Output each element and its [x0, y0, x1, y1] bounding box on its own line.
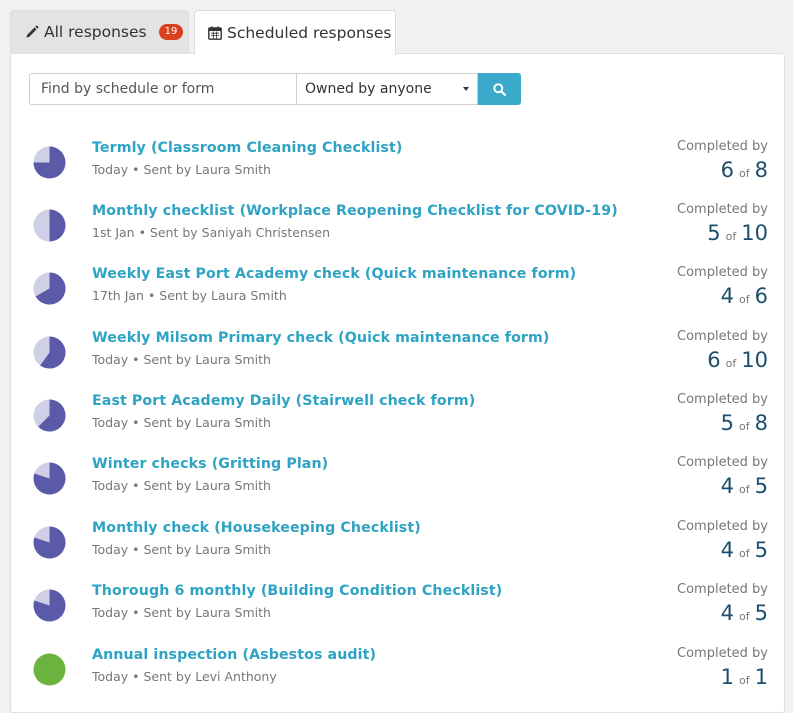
list-item: Thorough 6 monthly (Building Condition C…	[11, 577, 786, 640]
response-title-link[interactable]: East Port Academy Daily (Stairwell check…	[92, 393, 475, 409]
response-tabs: All responses 19 Scheduled responses	[10, 10, 793, 55]
total-count: 10	[741, 221, 768, 245]
completion-pie-icon	[33, 653, 66, 686]
completed-count: 4	[720, 284, 735, 308]
completed-count: 5	[720, 411, 735, 435]
of-label: of	[739, 610, 750, 623]
total-count: 8	[754, 158, 768, 182]
of-label: of	[739, 167, 750, 180]
response-meta: Today • Sent by Laura Smith	[92, 162, 271, 177]
completion-count: 4 of 5	[721, 601, 768, 625]
completed-by-label: Completed by	[677, 455, 768, 470]
response-title-link[interactable]: Termly (Classroom Cleaning Checklist)	[92, 140, 402, 156]
completed-count: 1	[720, 665, 735, 689]
completion-pie-icon	[33, 146, 66, 179]
total-count: 10	[741, 348, 768, 372]
response-title-link[interactable]: Thorough 6 monthly (Building Condition C…	[92, 583, 502, 599]
response-meta: 17th Jan • Sent by Laura Smith	[92, 288, 287, 303]
of-label: of	[739, 547, 750, 560]
search-button[interactable]	[478, 73, 521, 105]
total-count: 8	[754, 411, 768, 435]
completion-count: 6 of 8	[721, 158, 768, 182]
tab-all-responses-label: All responses	[44, 23, 147, 41]
completion-count: 4 of 6	[721, 284, 768, 308]
completion-count: 5 of 10	[707, 221, 768, 245]
completion-count: 4 of 5	[721, 474, 768, 498]
of-label: of	[739, 293, 750, 306]
of-label: of	[739, 483, 750, 496]
list-item: East Port Academy Daily (Stairwell check…	[11, 387, 786, 450]
completed-by-label: Completed by	[677, 139, 768, 154]
list-item: Annual inspection (Asbestos audit) Today …	[11, 641, 786, 704]
completion-pie-icon	[33, 589, 66, 622]
response-meta: Today • Sent by Laura Smith	[92, 542, 271, 557]
response-title-link[interactable]: Monthly check (Housekeeping Checklist)	[92, 520, 421, 536]
responses-count-badge: 19	[158, 24, 184, 40]
pencil-icon	[25, 25, 39, 39]
completion-pie-icon	[33, 462, 66, 495]
tab-all-responses[interactable]: All responses 19	[10, 10, 189, 53]
tab-scheduled-responses[interactable]: Scheduled responses	[194, 10, 396, 55]
total-count: 5	[754, 601, 768, 625]
completed-by-label: Completed by	[677, 519, 768, 534]
list-item: Weekly Milsom Primary check (Quick maint…	[11, 324, 786, 387]
completed-count: 5	[707, 221, 721, 245]
total-count: 1	[754, 665, 768, 689]
response-meta: Today • Sent by Laura Smith	[92, 478, 271, 493]
completed-count: 6	[707, 348, 721, 372]
scheduled-responses-panel: Owned by anyone Termly (Classroom Cleani…	[10, 53, 785, 713]
completed-count: 4	[720, 474, 735, 498]
completion-pie-icon	[33, 272, 66, 305]
completed-count: 4	[720, 601, 735, 625]
completed-by-label: Completed by	[677, 582, 768, 597]
list-item: Winter checks (Gritting Plan) Today • Sen…	[11, 450, 786, 513]
of-label: of	[725, 357, 737, 370]
completion-pie-icon	[33, 399, 66, 432]
response-title-link[interactable]: Weekly East Port Academy check (Quick ma…	[92, 266, 576, 282]
list-item: Monthly checklist (Workplace Reopening C…	[11, 197, 786, 260]
total-count: 5	[754, 538, 768, 562]
completed-count: 6	[720, 158, 735, 182]
completion-pie-icon	[33, 336, 66, 369]
completed-by-label: Completed by	[677, 329, 768, 344]
response-meta: Today • Sent by Laura Smith	[92, 605, 271, 620]
response-title-link[interactable]: Monthly checklist (Workplace Reopening C…	[92, 203, 618, 219]
total-count: 5	[754, 474, 768, 498]
search-input[interactable]	[29, 73, 297, 105]
calendar-icon	[208, 26, 222, 40]
total-count: 6	[754, 284, 768, 308]
completed-count: 4	[720, 538, 735, 562]
completion-pie-icon	[33, 526, 66, 559]
completion-count: 4 of 5	[721, 538, 768, 562]
chevron-down-icon	[463, 87, 469, 91]
list-item: Weekly East Port Academy check (Quick ma…	[11, 260, 786, 323]
list-item: Termly (Classroom Cleaning Checklist) Tod…	[11, 134, 786, 197]
response-title-link[interactable]: Weekly Milsom Primary check (Quick maint…	[92, 330, 550, 346]
response-title-link[interactable]: Winter checks (Gritting Plan)	[92, 456, 328, 472]
of-label: of	[739, 420, 750, 433]
response-meta: 1st Jan • Sent by Saniyah Christensen	[92, 225, 331, 240]
response-meta: Today • Sent by Laura Smith	[92, 415, 271, 430]
completion-pie-icon	[33, 209, 66, 242]
of-label: of	[725, 230, 737, 243]
of-label: of	[739, 674, 750, 687]
list-item: Monthly check (Housekeeping Checklist) To…	[11, 514, 786, 577]
completion-count: 1 of 1	[721, 665, 768, 689]
owner-filter-select[interactable]: Owned by anyone	[297, 73, 478, 105]
completed-by-label: Completed by	[677, 392, 768, 407]
response-title-link[interactable]: Annual inspection (Asbestos audit)	[92, 647, 376, 663]
search-icon	[493, 82, 506, 96]
tab-scheduled-responses-label: Scheduled responses	[227, 24, 392, 42]
completed-by-label: Completed by	[677, 202, 768, 217]
search-bar: Owned by anyone	[29, 73, 521, 105]
completion-count: 6 of 10	[707, 348, 768, 372]
response-meta: Today • Sent by Levi Anthony	[92, 669, 277, 684]
completed-by-label: Completed by	[677, 265, 768, 280]
response-meta: Today • Sent by Laura Smith	[92, 352, 271, 367]
owner-filter-value: Owned by anyone	[305, 81, 432, 97]
completed-by-label: Completed by	[677, 646, 768, 661]
completion-count: 5 of 8	[721, 411, 768, 435]
